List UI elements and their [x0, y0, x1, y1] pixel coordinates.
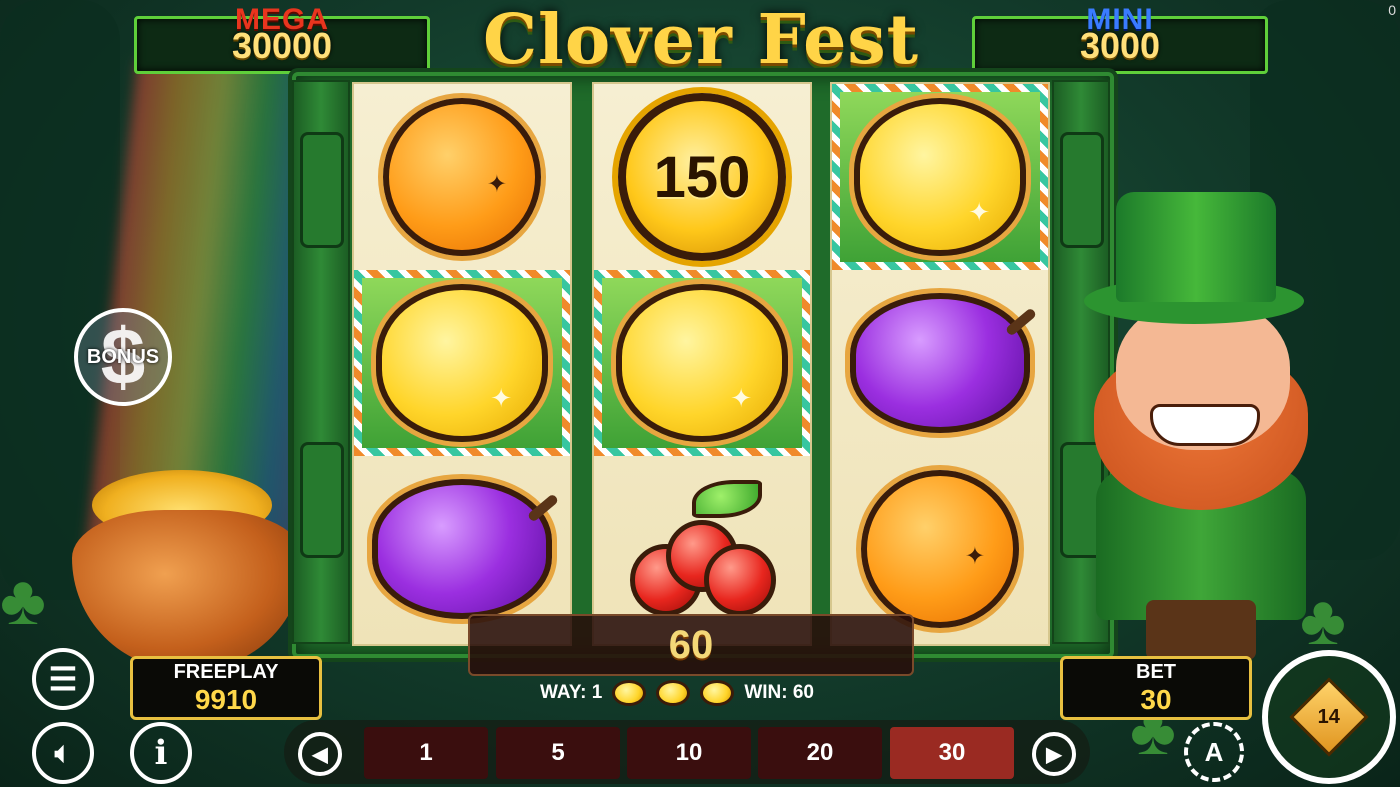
bet-next-button[interactable]: ▶ — [1032, 732, 1076, 776]
sparkle-icon: ✦ — [490, 383, 512, 413]
arrow-right-icon: ▶ — [1046, 743, 1062, 766]
pot-of-gold — [72, 510, 304, 670]
reel-2-cell-2: ✦ — [594, 270, 810, 456]
freeplay-box: FREEPLAY 9910 — [130, 656, 322, 720]
leprechaun-hat — [1116, 192, 1276, 302]
win-amount: 60 — [468, 614, 914, 676]
sparkle-icon: ✦ — [964, 543, 985, 570]
bet-option-30[interactable]: 30 — [890, 727, 1014, 779]
way-label: WAY: 1 — [540, 682, 603, 703]
win-label: WIN: 60 — [744, 682, 814, 703]
bet-box: BET 30 — [1060, 656, 1252, 720]
reel-3: ✦ ✦ — [830, 82, 1050, 646]
bet-prev-button[interactable]: ◀ — [298, 732, 342, 776]
bet-label: BET — [1136, 661, 1176, 683]
bonus-label: BONUS — [86, 345, 160, 368]
knot-ornament — [300, 132, 344, 248]
autoplay-label: A — [1204, 736, 1224, 767]
freeplay-label: FREEPLAY — [173, 661, 279, 683]
mini-value: 3000 — [1079, 25, 1161, 66]
sparkle-icon: ✦ — [730, 383, 752, 413]
arrow-left-icon: ◀ — [312, 743, 328, 766]
sparkle-icon: ✦ — [968, 197, 990, 227]
cherries-symbol — [622, 474, 782, 624]
mega-jackpot: MEGA 30000 — [134, 3, 430, 74]
clover-decoration: ♣ — [0, 561, 46, 639]
knot-ornament — [300, 442, 344, 558]
dice-icon: 14 — [1289, 677, 1369, 757]
mini-jackpot: MINI 3000 — [972, 3, 1268, 74]
autoplay-button[interactable]: A — [1184, 722, 1244, 782]
menu-button[interactable]: ☰ — [32, 648, 94, 710]
lemon-icon — [700, 680, 735, 706]
clover-decoration: ♣ — [1300, 581, 1346, 659]
info-icon: i — [154, 733, 168, 773]
game-title: Clover Fest — [482, 0, 920, 80]
hamburger-menu-icon: ☰ — [48, 661, 78, 697]
plum-stem — [1004, 307, 1038, 337]
lemon-icon — [612, 680, 647, 706]
plum-symbol — [850, 293, 1038, 433]
sparkle-icon: ✦ — [486, 171, 507, 198]
info-button[interactable]: i — [130, 722, 192, 784]
plum-stem — [526, 493, 560, 523]
lemon-symbol: ✦ — [376, 284, 548, 442]
reel-2: 150 ✦ — [592, 82, 812, 646]
bet-value: 30 — [1140, 684, 1172, 715]
win-line-info: WAY: 1 WIN: 60 — [540, 678, 860, 708]
lemon-symbol: ✦ — [854, 98, 1026, 256]
knot-ornament — [1060, 132, 1104, 248]
coin-symbol: 150 — [618, 93, 786, 261]
bet-option-20[interactable]: 20 — [758, 727, 882, 779]
left-pillar — [292, 80, 350, 644]
orange-symbol: ✦ — [861, 470, 1019, 628]
spin-label: 14 — [1317, 705, 1341, 728]
corner-counter: 0 — [1388, 2, 1396, 18]
sound-button[interactable]: 🔈︎ — [32, 722, 94, 784]
reel-3-cell-1: ✦ — [832, 84, 1048, 270]
lemon-icon — [656, 680, 691, 706]
cherry — [704, 544, 776, 616]
reel-1: ✦ ✦ — [352, 82, 572, 646]
leprechaun-legs — [1146, 600, 1256, 660]
reel-1-cell-2: ✦ — [354, 270, 570, 456]
orange-symbol: ✦ — [383, 98, 541, 256]
spin-button[interactable]: 14 — [1262, 650, 1396, 784]
freeplay-value: 9910 — [194, 684, 258, 715]
lemon-symbol: ✦ — [616, 284, 788, 442]
leprechaun-grin — [1150, 404, 1260, 446]
reel-3-cell-2 — [832, 270, 1048, 456]
plum-symbol — [372, 479, 560, 619]
reel-2-cell-1: 150 — [594, 84, 810, 270]
bet-option-5[interactable]: 5 — [496, 727, 620, 779]
cherry-leaf — [692, 480, 762, 518]
bet-option-10[interactable]: 10 — [627, 727, 751, 779]
mega-value: 30000 — [231, 25, 333, 66]
reel-1-cell-1: ✦ — [354, 84, 570, 270]
bet-option-1[interactable]: 1 — [364, 727, 488, 779]
bonus-button[interactable]: $ BONUS — [74, 308, 172, 406]
speaker-icon: 🔈︎ — [54, 736, 72, 768]
